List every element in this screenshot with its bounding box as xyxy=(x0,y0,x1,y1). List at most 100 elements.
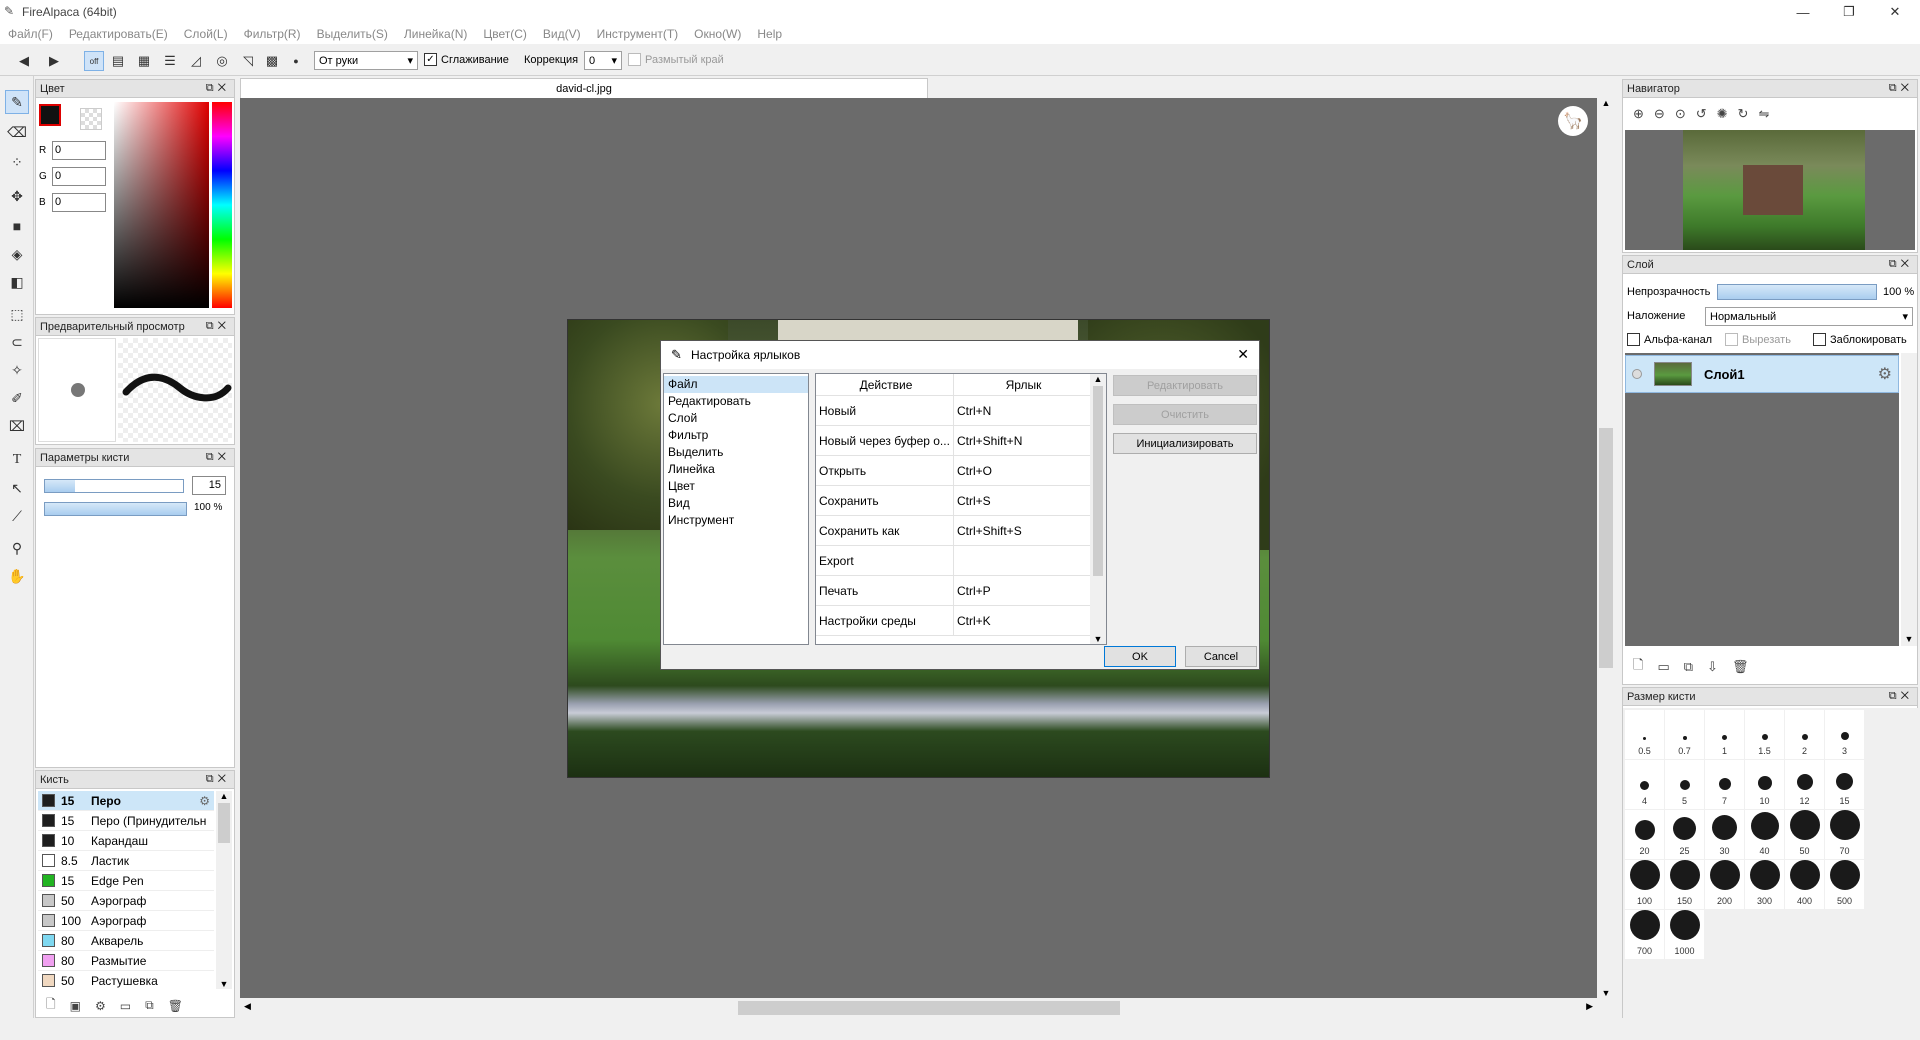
select-tool-icon[interactable]: ⬚ xyxy=(5,302,29,326)
blend-mode-select[interactable]: Нормальный ▾ xyxy=(1705,307,1913,326)
panel-controls-icon[interactable]: ⧉✕ xyxy=(206,82,230,95)
cancel-button[interactable]: Cancel xyxy=(1185,646,1257,667)
layer-settings-icon[interactable]: ⚙ xyxy=(1878,364,1892,384)
category-item[interactable]: Редактировать xyxy=(664,393,808,410)
menu-item[interactable]: Help xyxy=(757,27,782,41)
brush-opacity-slider[interactable] xyxy=(44,502,187,516)
visibility-icon[interactable] xyxy=(1632,369,1642,379)
minimize-button[interactable]: — xyxy=(1780,0,1826,24)
brush-size-cell[interactable]: 1 xyxy=(1705,710,1744,759)
navigator-preview[interactable] xyxy=(1625,130,1915,250)
brush-size-cell[interactable]: 12 xyxy=(1785,760,1824,809)
pen-tool-icon[interactable]: ✎ xyxy=(5,90,29,114)
flip-icon[interactable]: ⇋ xyxy=(1758,106,1769,122)
brush-size-cell[interactable]: 1000 xyxy=(1665,910,1704,959)
ok-button[interactable]: OK xyxy=(1104,646,1176,667)
brush-item[interactable]: 50 Аэрограф xyxy=(38,891,214,911)
clip-checkbox[interactable] xyxy=(1725,333,1738,346)
category-item[interactable]: Вид xyxy=(664,495,808,512)
brush-item[interactable]: 80 Акварель xyxy=(38,931,214,951)
brush-size-cell[interactable]: 7 xyxy=(1705,760,1744,809)
brush-size-cell[interactable]: 2 xyxy=(1785,710,1824,759)
new-layer-icon[interactable]: 🗋 xyxy=(1633,656,1643,678)
blur-edge-checkbox[interactable] xyxy=(628,53,641,66)
snap-grid-icon[interactable]: ▦ xyxy=(134,51,154,71)
duplicate-brush-icon[interactable]: ⧉ xyxy=(145,998,154,1013)
category-item[interactable]: Линейка xyxy=(664,461,808,478)
alpha-lock-checkbox[interactable] xyxy=(1627,333,1640,346)
layer-list-scrollbar[interactable]: ▼ xyxy=(1901,353,1917,646)
brush-item[interactable]: 50 Растушевка xyxy=(38,971,214,989)
operation-tool-icon[interactable]: ↖ xyxy=(5,476,29,500)
edit-shortcut-button[interactable]: Редактировать xyxy=(1113,375,1257,396)
alpaca-mascot-icon[interactable]: 🦙 xyxy=(1558,106,1588,136)
lasso-tool-icon[interactable]: ⊂ xyxy=(5,330,29,354)
brush-item[interactable]: 15 Перо ⚙ xyxy=(38,791,214,811)
delete-brush-icon[interactable]: 🗑 xyxy=(168,999,183,1013)
shortcut-row[interactable]: Печать Ctrl+P xyxy=(816,576,1106,606)
layer-row[interactable]: Слой1 ⚙ xyxy=(1625,355,1899,393)
brush-item[interactable]: 15 Edge Pen xyxy=(38,871,214,891)
snap-perspective-icon[interactable]: ◿ xyxy=(186,51,206,71)
lock-checkbox[interactable] xyxy=(1813,333,1826,346)
saturation-value-picker[interactable] xyxy=(114,102,209,308)
dialog-close-icon[interactable]: ✕ xyxy=(1237,346,1249,363)
maximize-button[interactable]: ❐ xyxy=(1826,0,1872,24)
document-tab[interactable]: david-cl.jpg xyxy=(240,78,928,98)
brush-size-cell[interactable]: 25 xyxy=(1665,810,1704,859)
shortcut-row[interactable]: Настройки среды Ctrl+K xyxy=(816,606,1106,636)
brush-size-cell[interactable]: 4 xyxy=(1625,760,1664,809)
undo-icon[interactable]: ◀ xyxy=(14,51,34,71)
snap-circle-icon[interactable]: ◎ xyxy=(212,51,232,71)
brush-settings-icon[interactable]: ⚙ xyxy=(199,794,210,808)
menu-item[interactable]: Фильтр(R) xyxy=(244,27,301,41)
primary-color-swatch[interactable] xyxy=(39,104,61,126)
new-folder-icon[interactable]: ▭ xyxy=(1657,659,1669,675)
dot-icon[interactable]: ● xyxy=(286,51,306,71)
panel-controls-icon[interactable]: ⧉✕ xyxy=(206,451,230,464)
zoom-in-icon[interactable]: ⊕ xyxy=(1633,106,1644,122)
brush-size-input[interactable]: 15 xyxy=(192,476,226,495)
shortcut-row[interactable]: Сохранить Ctrl+S xyxy=(816,486,1106,516)
stroke-mode-select[interactable]: От руки ▾ xyxy=(314,51,418,70)
brush-size-cell[interactable]: 400 xyxy=(1785,860,1824,909)
panel-controls-icon[interactable]: ⧉✕ xyxy=(1889,258,1913,271)
brush-size-cell[interactable]: 150 xyxy=(1665,860,1704,909)
lock-toggle[interactable]: Заблокировать xyxy=(1813,333,1907,346)
transparent-color-swatch[interactable] xyxy=(80,108,102,130)
merge-layer-icon[interactable]: ⇩ xyxy=(1707,659,1718,675)
clip-toggle[interactable]: Вырезать xyxy=(1725,333,1791,346)
correction-select[interactable]: 0 ▾ xyxy=(584,51,622,70)
panel-controls-icon[interactable]: ⧉✕ xyxy=(206,320,230,333)
magic-wand-tool-icon[interactable]: ✧ xyxy=(5,358,29,382)
brush-size-cell[interactable]: 0.7 xyxy=(1665,710,1704,759)
snap-3d-icon[interactable]: ▩ xyxy=(262,51,282,71)
blur-edge-toggle[interactable]: Размытый край xyxy=(628,53,724,66)
category-item[interactable]: Слой xyxy=(664,410,808,427)
brush-size-cell[interactable]: 500 xyxy=(1825,860,1864,909)
brush-size-cell[interactable]: 70 xyxy=(1825,810,1864,859)
brush-folder-icon[interactable]: ▭ xyxy=(120,999,131,1013)
category-item[interactable]: Фильтр xyxy=(664,427,808,444)
select-pen-tool-icon[interactable]: ✐ xyxy=(5,386,29,410)
brush-item[interactable]: 80 Размытие xyxy=(38,951,214,971)
brush-item[interactable]: 10 Карандаш xyxy=(38,831,214,851)
brush-settings-icon[interactable]: ⚙ xyxy=(95,999,106,1013)
b-input[interactable]: 0 xyxy=(52,193,106,212)
rotate-right-icon[interactable]: ↻ xyxy=(1738,106,1749,122)
brush-size-cell[interactable]: 3 xyxy=(1825,710,1864,759)
panel-controls-icon[interactable]: ⧉✕ xyxy=(1889,690,1913,703)
category-item[interactable]: Цвет xyxy=(664,478,808,495)
brush-size-cell[interactable]: 50 xyxy=(1785,810,1824,859)
brush-size-cell[interactable]: 1.5 xyxy=(1745,710,1784,759)
select-eraser-tool-icon[interactable]: ⌧ xyxy=(5,414,29,438)
shortcut-grid-scrollbar[interactable]: ▲ ▼ xyxy=(1090,374,1106,644)
shortcut-row[interactable]: Новый через буфер о... Ctrl+Shift+N xyxy=(816,426,1106,456)
rotate-left-icon[interactable]: ↺ xyxy=(1696,106,1707,122)
brush-size-cell[interactable]: 20 xyxy=(1625,810,1664,859)
brush-size-cell[interactable]: 30 xyxy=(1705,810,1744,859)
menu-item[interactable]: Линейка(N) xyxy=(404,27,467,41)
brush-size-cell[interactable]: 15 xyxy=(1825,760,1864,809)
new-brush-icon[interactable]: 🗋 xyxy=(46,995,56,1016)
brush-list-scrollbar[interactable]: ▲ ▼ xyxy=(216,791,232,989)
